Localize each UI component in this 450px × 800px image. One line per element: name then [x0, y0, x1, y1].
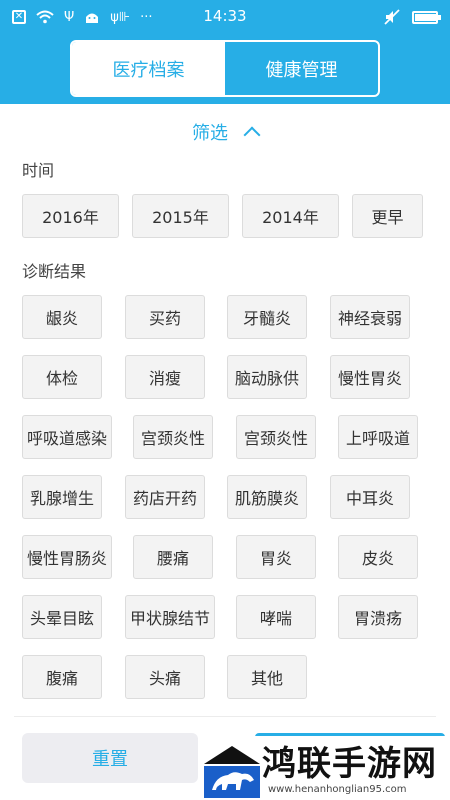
diagnosis-option[interactable]: 乳腺增生	[22, 475, 102, 519]
battery-level	[415, 13, 436, 21]
reset-button[interactable]: 重置	[22, 733, 198, 783]
diagnosis-option[interactable]: 体检	[22, 355, 102, 399]
watermark-logo-icon	[204, 742, 260, 798]
watermark-title: 鸿联手游网	[262, 744, 437, 784]
diagnosis-option[interactable]: 宫颈炎性	[236, 415, 316, 459]
tab-medical-records[interactable]: 医疗档案	[72, 42, 225, 95]
diagnosis-option[interactable]: 呼吸道感染	[22, 415, 112, 459]
battery-icon	[412, 10, 441, 24]
diagnosis-option[interactable]: 甲状腺结节	[125, 595, 215, 639]
diagnosis-option[interactable]: 龈炎	[22, 295, 102, 339]
mute-icon	[384, 9, 400, 25]
diagnosis-option[interactable]: 慢性胃肠炎	[22, 535, 112, 579]
status-bar-right	[384, 7, 441, 27]
diagnosis-option[interactable]: 牙髓炎	[227, 295, 307, 339]
watermark-url: www.henanhonglian95.com	[268, 784, 407, 795]
diagnosis-option[interactable]: 头晕目眩	[22, 595, 102, 639]
diagnosis-option[interactable]: 腹痛	[22, 655, 102, 699]
diagnosis-option[interactable]: 消瘦	[125, 355, 205, 399]
time-option-2015[interactable]: 2015年	[132, 194, 229, 238]
time-option-2014[interactable]: 2014年	[242, 194, 339, 238]
chevron-up-icon	[243, 126, 261, 144]
watermark: 鸿联手游网 www.henanhonglian95.com	[198, 736, 450, 800]
segmented-control: 医疗档案 健康管理	[70, 40, 380, 97]
status-time: 14:33	[203, 7, 247, 25]
footer-divider	[14, 716, 436, 717]
diagnosis-option[interactable]: 脑动脉供	[227, 355, 307, 399]
header: 医疗档案 健康管理	[0, 34, 450, 104]
diagnosis-option[interactable]: 皮炎	[338, 535, 418, 579]
diagnosis-option[interactable]: 神经衰弱	[330, 295, 410, 339]
diagnosis-option[interactable]: 胃炎	[236, 535, 316, 579]
diagnosis-option[interactable]: 中耳炎	[330, 475, 410, 519]
diagnosis-option[interactable]: 腰痛	[133, 535, 213, 579]
diagnosis-option[interactable]: 其他	[227, 655, 307, 699]
tab-health-management[interactable]: 健康管理	[225, 42, 378, 95]
diagnosis-option[interactable]: 头痛	[125, 655, 205, 699]
status-bar: ✕ Ψ ψ⊪ ··· 14:33	[0, 0, 450, 34]
diagnosis-option[interactable]: 宫颈炎性	[133, 415, 213, 459]
diagnosis-option[interactable]: 哮喘	[236, 595, 316, 639]
diagnosis-option[interactable]: 药店开药	[125, 475, 205, 519]
filter-toggle[interactable]: 筛选	[0, 114, 450, 150]
diagnosis-option[interactable]: 买药	[125, 295, 205, 339]
time-section-label: 时间	[22, 161, 55, 180]
diagnosis-option[interactable]: 肌筋膜炎	[227, 475, 307, 519]
time-option-2016[interactable]: 2016年	[22, 194, 119, 238]
filter-label: 筛选	[192, 123, 228, 144]
diagnosis-option[interactable]: 上呼吸道	[338, 415, 418, 459]
time-option-earlier[interactable]: 更早	[352, 194, 423, 238]
diagnosis-section-label: 诊断结果	[22, 262, 87, 281]
diagnosis-option[interactable]: 慢性胃炎	[330, 355, 410, 399]
diagnosis-option[interactable]: 胃溃疡	[338, 595, 418, 639]
